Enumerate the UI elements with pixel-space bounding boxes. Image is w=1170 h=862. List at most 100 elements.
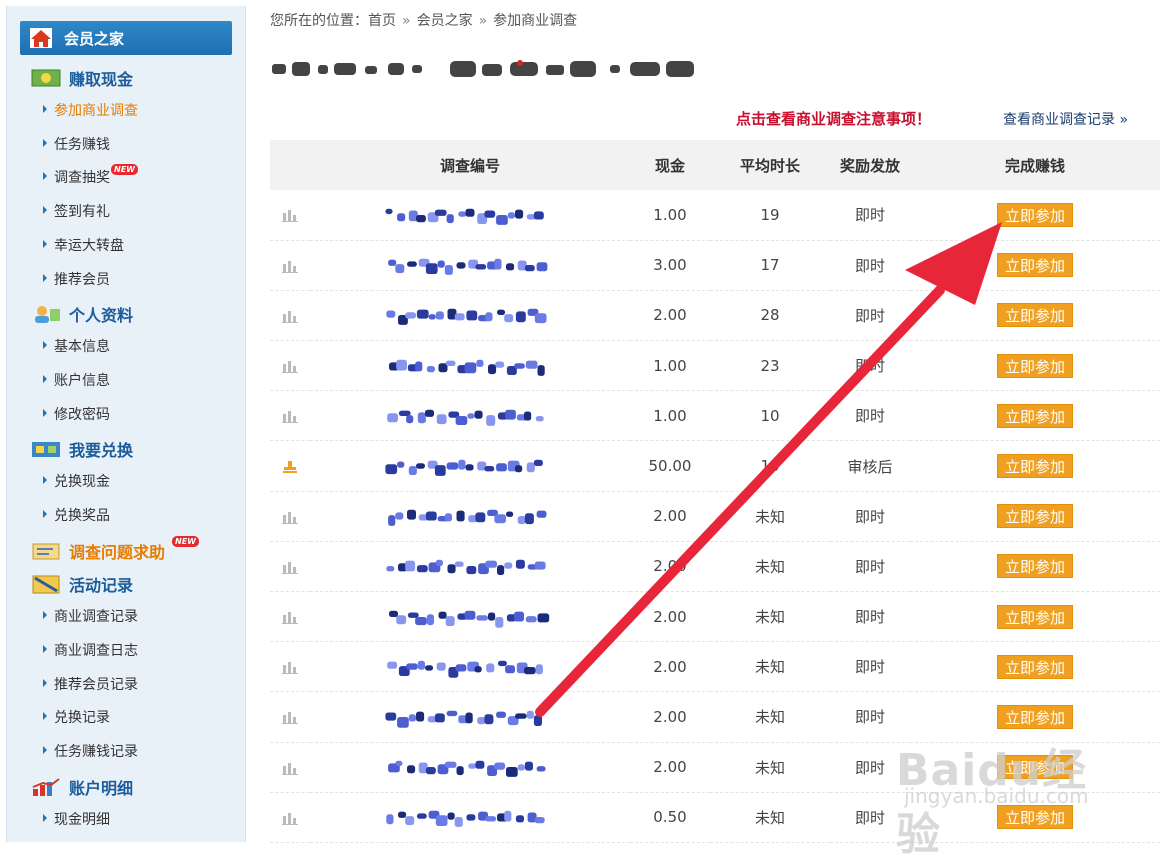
- chart-trend-icon: [32, 778, 60, 796]
- reward-cell: 即时: [830, 491, 910, 542]
- reward-cell: 审核后: [830, 440, 910, 492]
- reward-cell: 即时: [830, 340, 910, 392]
- bar-chart-icon: [282, 310, 298, 323]
- survey-id-cell: [310, 691, 630, 743]
- cash-cell: 2.00: [630, 641, 710, 693]
- bar-chart-icon: [282, 411, 298, 424]
- bar-chart-icon: [282, 762, 298, 775]
- home-icon: [30, 28, 52, 48]
- row-icon-cell: [270, 541, 310, 593]
- header-icon-col: [270, 140, 310, 190]
- obscured-survey-id: [385, 459, 543, 476]
- user-profile-icon: [35, 306, 60, 323]
- breadcrumb-member-home[interactable]: 会员之家: [417, 13, 473, 29]
- survey-notice-link[interactable]: 点击查看商业调查注意事项！: [736, 108, 931, 129]
- header-cash: 现金: [630, 140, 710, 190]
- join-now-button[interactable]: 立即参加: [997, 604, 1073, 629]
- avg-time-cell: 17: [710, 240, 830, 291]
- join-cell: 立即参加: [910, 290, 1160, 342]
- obscured-survey-id: [388, 258, 548, 276]
- obscured-survey-id: [387, 660, 543, 678]
- join-now-button[interactable]: 立即参加: [997, 654, 1073, 679]
- bar-chart-icon: [282, 210, 298, 223]
- table-row: 1.00 19 即时 立即参加: [270, 190, 1160, 241]
- new-badge: NEW: [172, 536, 199, 547]
- cash-cell: 2.00: [630, 491, 710, 542]
- row-icon-cell: [270, 491, 310, 542]
- row-icon-cell: [270, 440, 310, 492]
- obscured-survey-id: [387, 409, 544, 426]
- avg-time-cell: 未知: [710, 792, 830, 843]
- sidebar: 会员之家 赚取现金 参加商业调查 任务赚钱 调查抽奖 NEW 签到有礼 幸运大转盘…: [6, 6, 246, 842]
- join-now-button[interactable]: 立即参加: [997, 303, 1073, 328]
- records-icon: [32, 575, 60, 594]
- reward-cell: 即时: [830, 591, 910, 643]
- row-icon-cell: [270, 190, 310, 241]
- survey-id-cell: [310, 290, 630, 342]
- header-avg-time: 平均时长: [710, 140, 830, 190]
- sidebar-header[interactable]: 会员之家: [20, 21, 232, 55]
- breadcrumb-separator: »: [478, 13, 488, 29]
- cash-cell: 3.00: [630, 240, 710, 291]
- avg-time-cell: 未知: [710, 491, 830, 542]
- row-icon-cell: [270, 742, 310, 793]
- join-now-button[interactable]: 立即参加: [997, 202, 1073, 227]
- breadcrumb-separator: »: [402, 13, 411, 29]
- join-cell: 立即参加: [910, 190, 1160, 241]
- header-survey-id: 调查编号: [310, 140, 630, 190]
- obscured-survey-id: [386, 560, 546, 576]
- join-now-button[interactable]: 立即参加: [997, 253, 1073, 278]
- reward-cell: 即时: [830, 290, 910, 342]
- baidu-watermark: Baidu经验 jingyan.baidu.com: [896, 706, 1116, 860]
- new-badge: NEW: [111, 164, 138, 175]
- join-cell: 立即参加: [910, 390, 1160, 442]
- reward-cell: 即时: [830, 641, 910, 693]
- row-icon-cell: [270, 641, 310, 693]
- cash-cell: 1.00: [630, 340, 710, 392]
- join-now-button[interactable]: 立即参加: [997, 554, 1073, 579]
- obscured-survey-id: [385, 710, 542, 728]
- cash-cell: 1.00: [630, 190, 710, 241]
- avg-time-cell: 未知: [710, 641, 830, 693]
- section-label: 我要兑换: [69, 441, 134, 460]
- table-row: 2.00 未知 即时 立即参加: [270, 641, 1160, 693]
- breadcrumb-home[interactable]: 首页: [368, 13, 396, 29]
- survey-id-cell: [310, 440, 630, 492]
- survey-id-cell: [310, 491, 630, 542]
- bar-chart-icon: [282, 712, 298, 725]
- obscured-survey-id: [389, 610, 550, 628]
- join-now-button[interactable]: 立即参加: [997, 403, 1073, 428]
- cash-cell: 2.00: [630, 541, 710, 593]
- join-cell: 立即参加: [910, 440, 1160, 492]
- breadcrumb: 您所在的位置：首页 » 会员之家 » 参加商业调查: [270, 10, 577, 30]
- survey-id-cell: [310, 541, 630, 593]
- section-label: 个人资料: [69, 306, 134, 325]
- survey-id-cell: [310, 742, 630, 793]
- bar-chart-icon: [282, 662, 298, 675]
- table-row: 3.00 17 即时 立即参加: [270, 240, 1160, 291]
- cash-cell: 50.00: [630, 440, 710, 492]
- table-row: 2.00 未知 即时 立即参加: [270, 491, 1160, 542]
- survey-id-cell: [310, 792, 630, 843]
- avg-time-cell: 19: [710, 190, 830, 241]
- row-icon-cell: [270, 290, 310, 342]
- survey-id-cell: [310, 240, 630, 291]
- join-now-button[interactable]: 立即参加: [997, 454, 1073, 479]
- obscured-survey-id: [386, 811, 545, 828]
- section-label: 赚取现金: [69, 70, 134, 89]
- exchange-icon: [32, 442, 60, 457]
- section-label: 账户明细: [69, 779, 134, 798]
- obscured-survey-id: [385, 208, 544, 225]
- cash-cell: 2.00: [630, 742, 710, 793]
- table-row: 2.00 未知 即时 立即参加: [270, 541, 1160, 593]
- row-icon-cell: [270, 591, 310, 643]
- section-label: 活动记录: [69, 576, 134, 595]
- join-now-button[interactable]: 立即参加: [997, 353, 1073, 378]
- view-survey-records-link[interactable]: 查看商业调查记录 »: [1003, 109, 1128, 129]
- avg-time-cell: 23: [710, 340, 830, 392]
- join-cell: 立即参加: [910, 240, 1160, 291]
- avg-time-cell: 未知: [710, 541, 830, 593]
- join-now-button[interactable]: 立即参加: [997, 504, 1073, 529]
- stamp-icon: [283, 460, 297, 473]
- table-row: 1.00 23 即时 立即参加: [270, 340, 1160, 392]
